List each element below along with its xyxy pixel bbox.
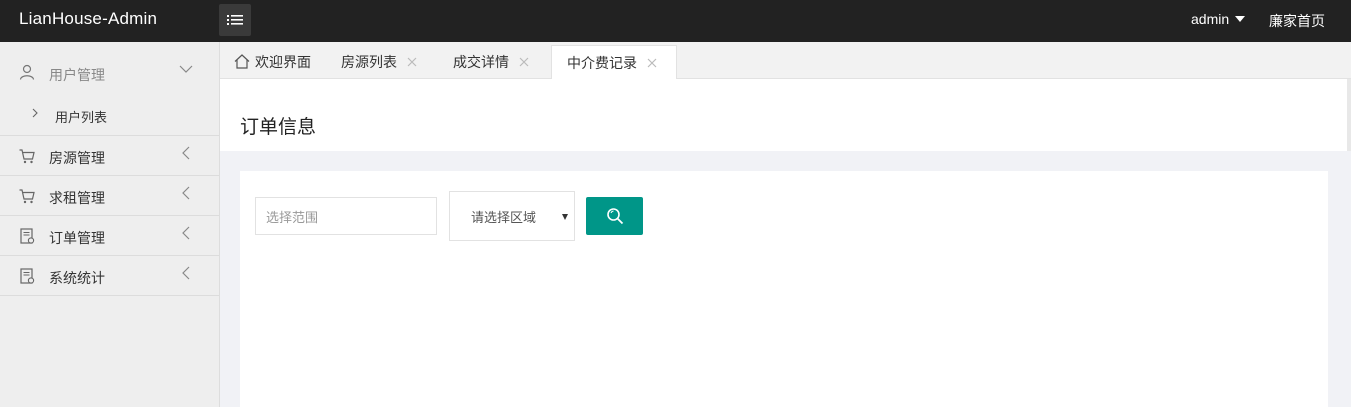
tab-label: 房源列表 (341, 53, 397, 70)
menu-toggle-button[interactable] (219, 4, 251, 36)
sidebar-subitem-label: 用户列表 (55, 110, 108, 125)
sidebar-item-rent-request-management[interactable]: 求租管理 (0, 176, 219, 216)
close-icon[interactable] (407, 57, 417, 67)
tab-bar: 欢迎界面 房源列表 成交详情 中介费记录 (220, 42, 1351, 80)
sidebar-group-users: 用户管理 用户列表 (0, 42, 219, 136)
cart-icon (19, 189, 35, 204)
tab-welcome[interactable]: 欢迎界面 (234, 44, 311, 79)
sidebar-item-label: 求租管理 (49, 190, 105, 206)
tab-label: 中介费记录 (567, 55, 637, 71)
tab-deal-details[interactable]: 成交详情 (453, 44, 529, 79)
page-title: 订单信息 (240, 117, 317, 138)
search-button[interactable] (586, 197, 643, 235)
content-card: 选择范围 请选择区域 (240, 171, 1328, 407)
range-input[interactable]: 选择范围 (255, 197, 437, 235)
chevron-right-icon (32, 108, 38, 118)
chevron-left-icon (182, 186, 190, 200)
chevron-left-icon (182, 146, 190, 160)
sidebar-item-order-management[interactable]: 订单管理 (0, 216, 219, 256)
region-select[interactable]: 请选择区域 (449, 191, 575, 241)
page-header: 订单信息 (220, 79, 1349, 151)
app-brand[interactable]: LianHouse-Admin (19, 9, 157, 29)
search-icon (606, 208, 623, 225)
user-icon (19, 64, 35, 80)
sidebar-subitem-user-list[interactable]: 用户列表 (0, 94, 219, 135)
sidebar-item-label: 订单管理 (49, 230, 105, 246)
tab-label: 欢迎界面 (255, 53, 311, 70)
chevron-down-icon (179, 65, 193, 73)
scrollbar[interactable] (1347, 79, 1351, 151)
user-name: admin (1191, 11, 1230, 27)
dropdown-arrow-icon (562, 214, 568, 220)
tab-house-list[interactable]: 房源列表 (341, 44, 417, 79)
order-icon (20, 228, 35, 244)
sidebar: 用户管理 用户列表 房源管理 求租管理 订单管理 系统统计 (0, 42, 220, 407)
sidebar-item-label: 系统统计 (49, 270, 105, 286)
sidebar-item-label: 房源管理 (49, 150, 105, 166)
sidebar-item-label: 用户管理 (49, 67, 105, 83)
sidebar-item-user-management[interactable]: 用户管理 (0, 42, 219, 94)
tab-label: 成交详情 (453, 53, 509, 70)
sidebar-item-system-statistics[interactable]: 系统统计 (0, 256, 219, 296)
home-link[interactable]: 廉家首页 (1269, 11, 1325, 31)
home-icon (234, 54, 250, 69)
top-navbar: LianHouse-Admin admin 廉家首页 (0, 0, 1351, 42)
user-menu[interactable]: admin (1191, 11, 1246, 27)
chevron-left-icon (182, 266, 190, 280)
cart-icon (19, 149, 35, 164)
list-menu-icon (227, 15, 243, 25)
region-select-value: 请选择区域 (471, 209, 537, 225)
caret-down-icon (1235, 16, 1246, 22)
order-icon (20, 268, 35, 284)
close-icon[interactable] (519, 57, 529, 67)
sidebar-item-house-management[interactable]: 房源管理 (0, 136, 219, 176)
chevron-left-icon (182, 226, 190, 240)
tab-agency-fee-records[interactable]: 中介费记录 (551, 45, 677, 80)
close-icon[interactable] (647, 58, 657, 68)
